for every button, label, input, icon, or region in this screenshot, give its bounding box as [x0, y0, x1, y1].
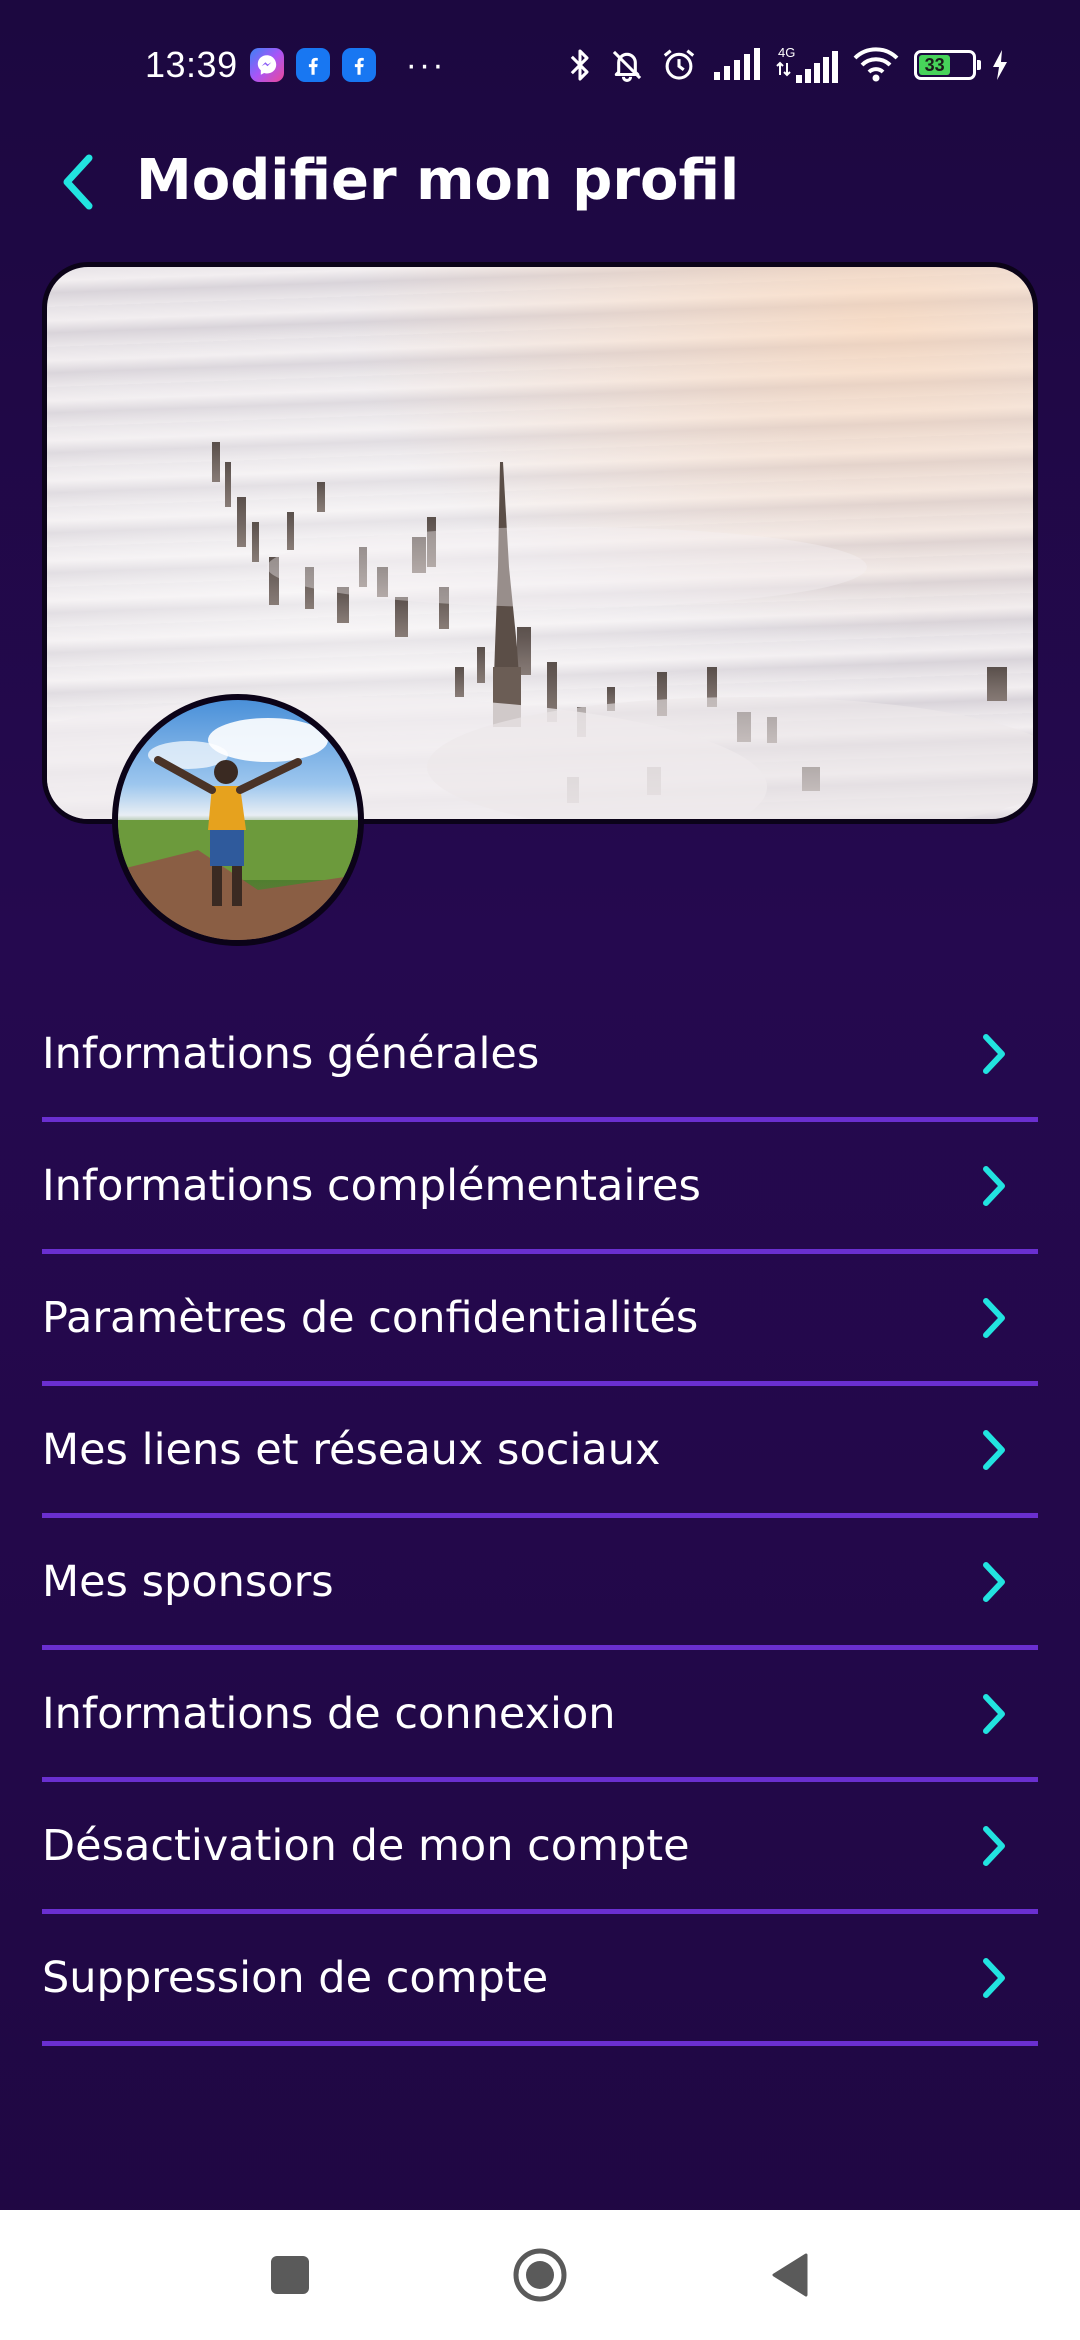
menu-item-label: Informations complémentaires [42, 1160, 701, 1211]
chevron-right-icon [983, 1561, 1005, 1602]
network-label: 4G [778, 45, 795, 60]
header: Modifier mon profil [0, 130, 1080, 230]
bluetooth-icon [570, 49, 589, 81]
bell-off-icon [612, 50, 642, 82]
signal-4g-icon: 4G [776, 45, 838, 83]
system-nav-bar [0, 2210, 1080, 2340]
recents-square-icon [271, 2256, 309, 2294]
chevron-right-icon [983, 1033, 1005, 1074]
charging-icon [993, 50, 1007, 80]
chevron-right-icon [983, 1165, 1005, 1206]
back-nav-button[interactable] [760, 2245, 820, 2305]
messenger-icon [249, 48, 284, 82]
status-time: 13:39 [145, 44, 238, 85]
menu-item-label: Suppression de compte [42, 1952, 549, 2003]
status-left: 13:39 ··· [145, 44, 446, 86]
overflow-dots: ··· [405, 45, 446, 84]
signal-icon [714, 48, 760, 80]
facebook-icon [341, 48, 376, 82]
menu-item-informations-generales[interactable]: Informations générales [42, 990, 1038, 1122]
facebook-icon [295, 48, 330, 82]
menu-item-parametres-confidentialite[interactable]: Paramètres de confidentialités [42, 1254, 1038, 1386]
menu-item-label: Paramètres de confidentialités [42, 1292, 699, 1343]
avatar-photo [118, 718, 358, 940]
chevron-right-icon [983, 1957, 1005, 1998]
menu-item-label: Mes sponsors [42, 1556, 334, 1607]
menu-item-label: Informations générales [42, 1028, 540, 1079]
alarm-icon [663, 49, 695, 80]
chevron-right-icon [983, 1429, 1005, 1470]
menu-item-desactivation-compte[interactable]: Désactivation de mon compte [42, 1782, 1038, 1914]
page-title: Modifier mon profil [136, 148, 740, 213]
home-button[interactable] [510, 2245, 570, 2305]
chevron-right-icon [983, 1693, 1005, 1734]
menu-item-label: Mes liens et réseaux sociaux [42, 1424, 661, 1475]
profile-menu: Informations générales Informations comp… [42, 990, 1038, 2046]
wifi-icon [853, 47, 899, 82]
menu-item-liens-reseaux-sociaux[interactable]: Mes liens et réseaux sociaux [42, 1386, 1038, 1518]
battery-level: 33 [919, 55, 951, 75]
menu-item-suppression-compte[interactable]: Suppression de compte [42, 1914, 1038, 2046]
battery-icon: 33 [914, 50, 981, 80]
recents-button[interactable] [260, 2245, 320, 2305]
menu-item-informations-connexion[interactable]: Informations de connexion [42, 1650, 1038, 1782]
back-triangle-icon [772, 2253, 808, 2297]
menu-item-informations-complementaires[interactable]: Informations complémentaires [42, 1122, 1038, 1254]
back-button[interactable] [48, 152, 108, 212]
menu-item-label: Informations de connexion [42, 1688, 616, 1739]
chevron-left-icon [63, 154, 93, 210]
home-circle-icon [513, 2248, 567, 2302]
menu-item-sponsors[interactable]: Mes sponsors [42, 1518, 1038, 1650]
menu-item-label: Désactivation de mon compte [42, 1820, 690, 1871]
chevron-right-icon [983, 1297, 1005, 1338]
avatar[interactable] [112, 694, 364, 946]
status-right: 4G 33 [566, 45, 1010, 85]
status-bar: 13:39 ··· 4G 33 [0, 0, 1080, 130]
chevron-right-icon [983, 1825, 1005, 1866]
